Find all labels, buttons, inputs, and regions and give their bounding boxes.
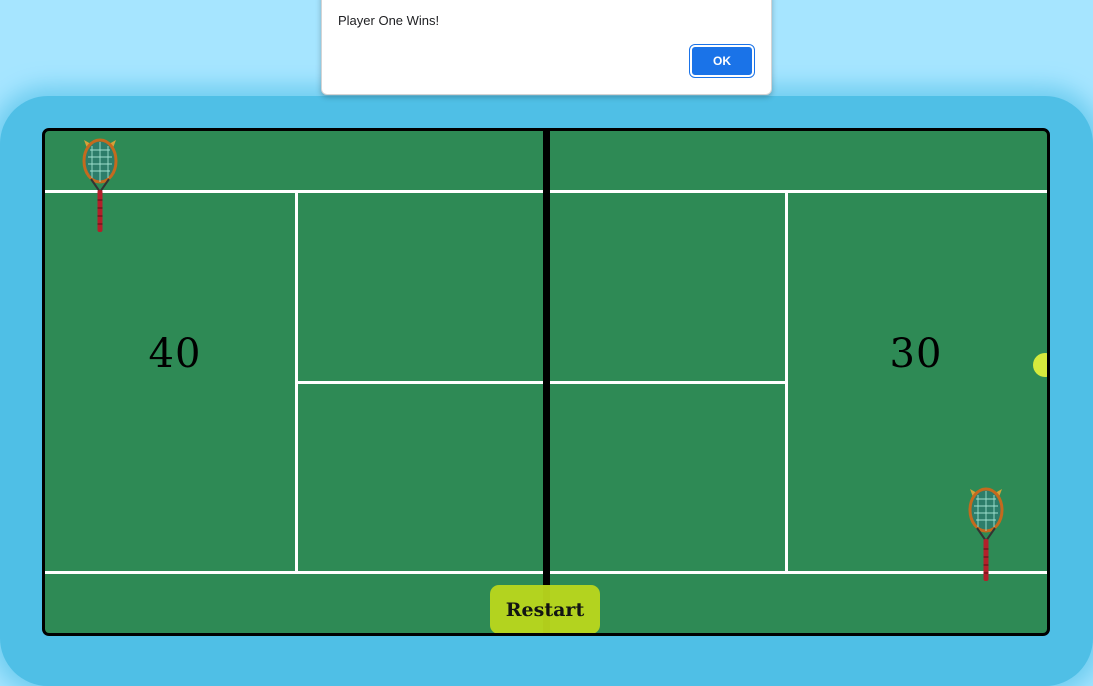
player-two-score: 30 — [889, 331, 943, 377]
alert-message: Player One Wins! — [338, 13, 440, 28]
ok-button[interactable]: OK — [689, 44, 755, 78]
player-one-score: 40 — [148, 331, 202, 377]
alert-dialog: Player One Wins! OK — [321, 0, 772, 95]
player-two-racket-icon[interactable] — [964, 483, 1008, 583]
tennis-ball — [1033, 353, 1047, 377]
court-center-service-line — [296, 381, 786, 384]
tennis-court: 40 30 Restart — [42, 128, 1050, 636]
restart-button[interactable]: Restart — [490, 585, 600, 633]
court-net — [543, 131, 550, 633]
player-one-racket-icon[interactable] — [78, 134, 122, 234]
